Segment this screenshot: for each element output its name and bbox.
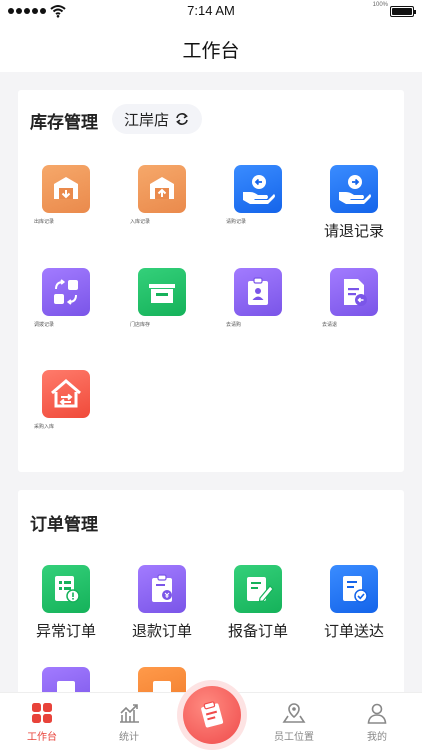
return-request-icon — [330, 165, 378, 213]
order-delivered-icon — [330, 565, 378, 613]
order-item-label: 订单送达 — [323, 622, 384, 640]
inventory-item-label: 去请购 — [226, 322, 242, 328]
battery-icon — [390, 6, 416, 17]
tab-mine[interactable]: 我的 — [335, 693, 419, 750]
clipboard-user-icon — [234, 268, 282, 316]
warehouse-out-icon — [42, 165, 90, 213]
tab-label: 统计 — [119, 732, 139, 743]
map-pin-icon — [282, 703, 306, 723]
inventory-item-label: 采购入库 — [34, 424, 55, 430]
tab-staff-location[interactable]: 员工位置 — [252, 693, 336, 750]
transfer-icon — [42, 268, 90, 316]
tab-label: 工作台 — [27, 732, 57, 743]
nav-bar: 工作台 — [0, 24, 422, 72]
orders-title: 订单管理 — [30, 515, 98, 535]
grid-icon — [32, 703, 52, 723]
report-order-icon — [234, 565, 282, 613]
tab-statistics[interactable]: 统计 — [87, 693, 171, 750]
inventory-item-label: 调拨记录 — [34, 322, 55, 328]
store-switcher[interactable]: 江岸店 — [112, 104, 203, 134]
page-title: 工作台 — [182, 40, 240, 62]
tab-label: 员工位置 — [274, 732, 314, 743]
store-stock-icon — [138, 268, 186, 316]
order-item-label: 退款订单 — [131, 622, 192, 640]
warehouse-in-icon — [138, 165, 186, 213]
tab-workbench[interactable]: 工作台 — [0, 693, 84, 750]
inventory-title: 库存管理 — [30, 113, 98, 133]
document-return-icon — [330, 268, 378, 316]
purchase-in-icon — [42, 370, 90, 418]
center-action-button[interactable] — [183, 686, 241, 744]
tab-label: 我的 — [367, 732, 387, 743]
battery-percent: 100% — [372, 2, 388, 8]
inventory-item-label: 请购记录 — [226, 219, 247, 225]
inventory-section: 库存管理 江岸店 出库记录 入库记录 请购记录 请退记录 调拨记录 门店库存 去… — [18, 90, 404, 472]
status-bar: 7:14 AM 100% — [0, 0, 422, 24]
order-item-label: 报备订单 — [227, 622, 288, 640]
purchase-request-icon — [234, 165, 282, 213]
inventory-item-label: 门店库存 — [130, 322, 151, 328]
inventory-item-label: 入库记录 — [130, 219, 151, 225]
abnormal-order-icon — [42, 565, 90, 613]
refund-order-icon — [138, 565, 186, 613]
inventory-item-label: 出库记录 — [34, 219, 55, 225]
store-name: 江岸店 — [124, 110, 170, 129]
status-time: 7:14 AM — [187, 3, 235, 18]
user-icon — [367, 703, 387, 724]
chart-icon — [120, 704, 139, 723]
switch-icon — [176, 113, 188, 125]
inventory-item-label: 请退记录 — [323, 222, 384, 240]
notepad-icon — [201, 701, 224, 728]
inventory-item-label: 去请退 — [322, 322, 338, 328]
order-item-label: 异常订单 — [35, 622, 96, 640]
